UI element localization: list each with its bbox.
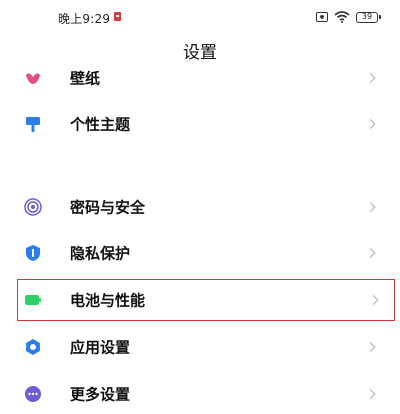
chevron-right-icon xyxy=(365,202,376,212)
settings-item-label: 壁纸 xyxy=(70,69,101,88)
chevron-right-icon xyxy=(368,295,379,305)
settings-item-label: 个性主题 xyxy=(70,115,131,134)
theme-brush-icon xyxy=(26,117,40,132)
settings-item-label: 应用设置 xyxy=(70,338,131,357)
fingerprint-icon xyxy=(24,198,42,216)
chevron-right-icon xyxy=(365,248,376,258)
chevron-right-icon xyxy=(365,119,376,129)
privacy-shield-icon xyxy=(26,245,40,261)
chevron-right-icon xyxy=(365,389,376,399)
more-dots-icon xyxy=(25,386,41,402)
settings-item-app-settings[interactable]: 应用设置 xyxy=(0,327,400,367)
battery-icon xyxy=(25,295,41,305)
settings-item-battery-performance[interactable]: 电池与性能 xyxy=(17,279,395,321)
wifi-icon xyxy=(334,11,350,23)
status-icons: 39 xyxy=(316,9,381,25)
status-bar: 晚上9:29 39 xyxy=(0,0,400,36)
settings-item-privacy[interactable]: 隐私保护 xyxy=(0,233,400,273)
app-gear-icon xyxy=(26,339,40,355)
settings-item-label: 更多设置 xyxy=(70,385,131,404)
battery-status-icon: 39 xyxy=(356,11,381,23)
wallpaper-icon xyxy=(26,73,40,84)
chevron-right-icon xyxy=(365,342,376,352)
no-sim-icon xyxy=(316,12,328,22)
status-time: 晚上9:29 xyxy=(58,12,111,26)
chevron-right-icon xyxy=(365,73,376,83)
settings-item-label: 密码与安全 xyxy=(70,198,146,217)
settings-item-more-settings[interactable]: 更多设置 xyxy=(0,374,400,414)
settings-item-label: 隐私保护 xyxy=(70,244,131,263)
settings-item-wallpaper[interactable]: 壁纸 xyxy=(0,58,400,98)
notification-icon xyxy=(114,12,121,21)
settings-item-theme[interactable]: 个性主题 xyxy=(0,104,400,144)
settings-item-password-security[interactable]: 密码与安全 xyxy=(0,187,400,227)
settings-item-label: 电池与性能 xyxy=(70,291,146,310)
